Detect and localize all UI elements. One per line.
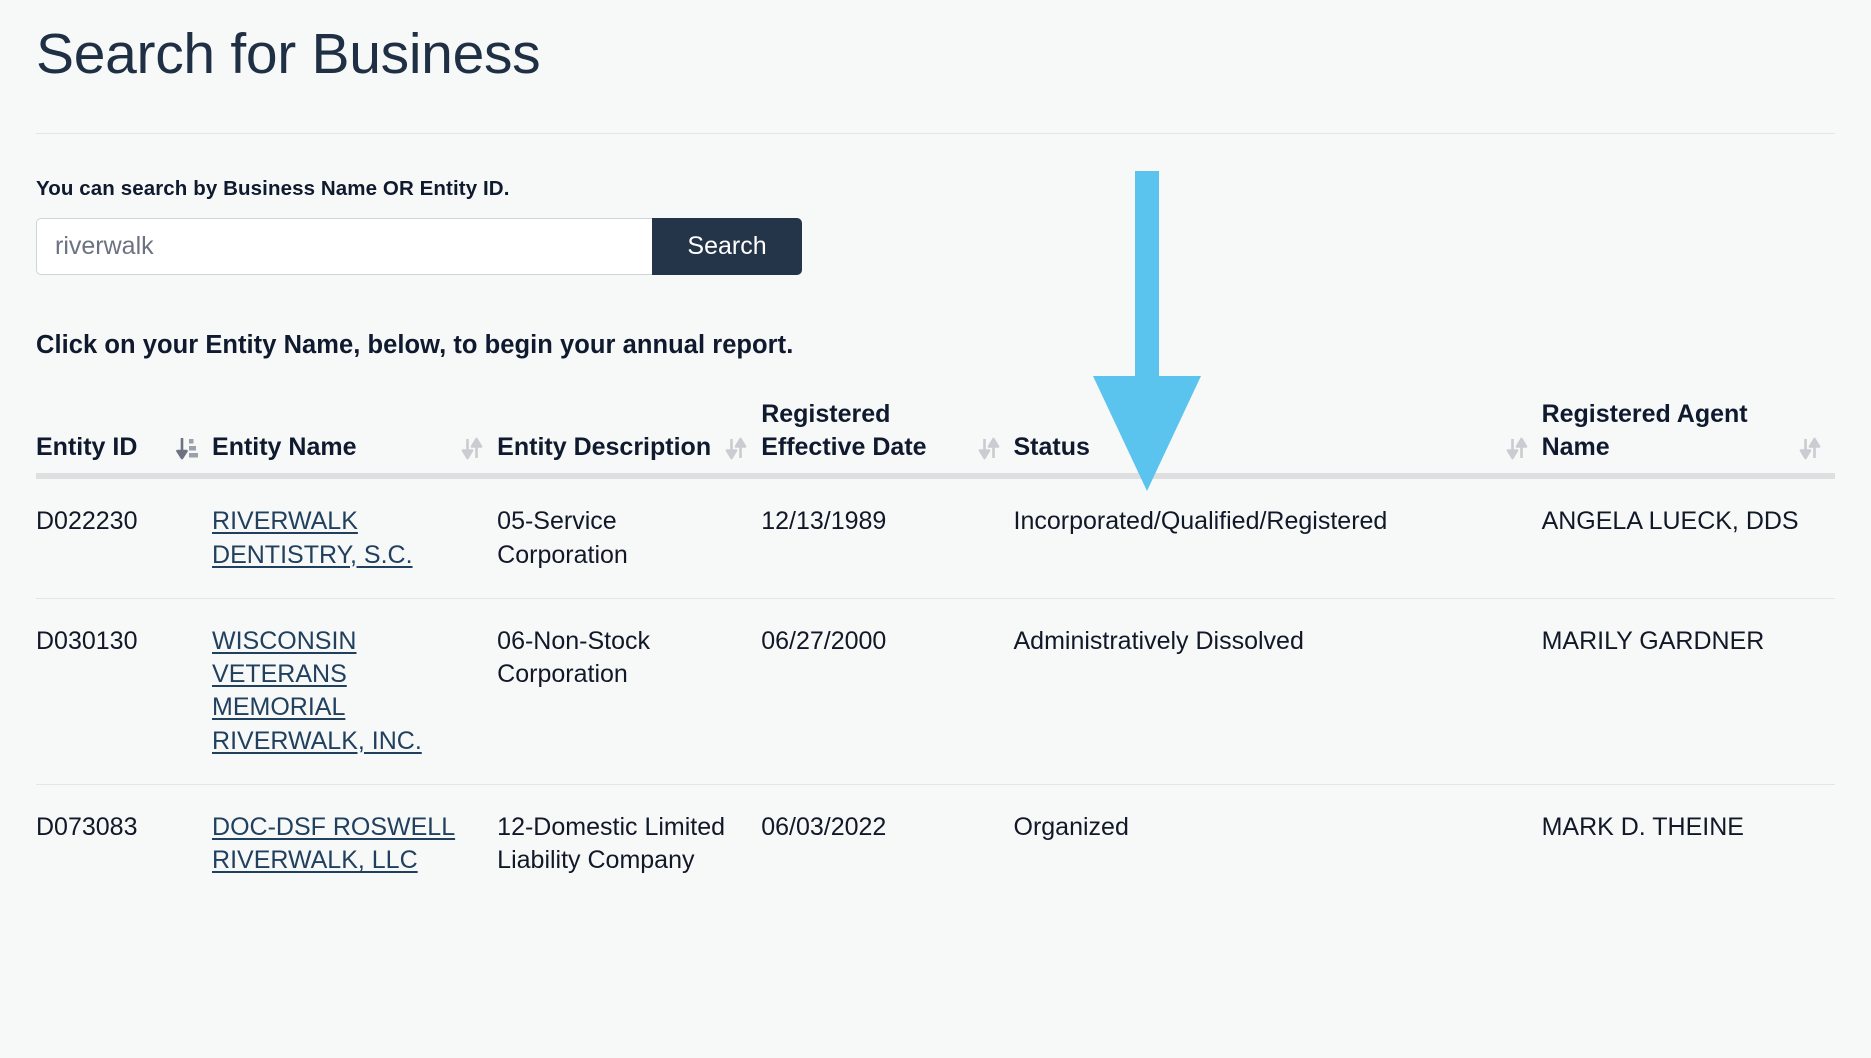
cell-status: Administratively Dissolved [1013,598,1542,785]
column-header-entity-description[interactable]: Entity Description [497,397,762,480]
column-header-entity-id[interactable]: Entity ID [36,397,213,480]
column-header-entity-name[interactable]: Entity Name [212,397,498,480]
cell-entity-id: D022230 [36,476,213,599]
cell-entity-name: WISCONSIN VETERANS MEMORIAL RIVERWALK, I… [212,598,498,785]
cell-status: Incorporated/Qualified/Registered [1013,476,1542,599]
cell-entity-name: DOC-DSF ROSWELL RIVERWALK, LLC [212,784,497,903]
cell-registered-effective-date: 06/03/2022 [761,812,887,841]
sort-amount-down-icon[interactable] [176,436,199,462]
table-row: D073083 DOC-DSF ROSWELL RIVERWALK, LLC 1… [36,784,1835,903]
column-header-status[interactable]: Status [1013,397,1542,480]
column-header-label: Status [1013,433,1090,462]
search-help-text: You can search by Business Name OR Entit… [36,176,510,200]
instruction-text: Click on your Entity Name, below, to beg… [36,330,794,359]
cell-entity-description: 12-Domestic Limited Liability Company [497,812,726,875]
entity-name-link[interactable]: RIVERWALK DENTISTRY, S.C. [212,507,413,568]
search-for-business-page: Search for Business You can search by Bu… [0,0,1871,1058]
title-divider [36,132,1835,134]
page-title: Search for Business [36,22,541,86]
column-header-registered-effective-date[interactable]: Registered Effective Date [761,397,1014,480]
column-header-label: Entity Name [212,433,357,462]
cell-registered-effective-date: 12/13/1989 [761,476,1014,599]
table-row: D022230 RIVERWALK DENTISTRY, S.C. 05-Ser… [36,476,1835,599]
search-input[interactable] [36,217,652,275]
cell-entity-id: D030130 [36,598,213,785]
column-header-registered-agent-name[interactable]: Registered Agent Name [1541,397,1835,480]
table-header-row: Entity ID Entity Name Entity Description… [36,397,1835,480]
entity-name-link[interactable]: WISCONSIN VETERANS MEMORIAL RIVERWALK, I… [212,627,422,755]
cell-entity-name: RIVERWALK DENTISTRY, S.C. [212,476,498,599]
cell-registered-effective-date: 06/27/2000 [761,598,1014,785]
cell-entity-id: D073083 [36,812,138,841]
sort-updown-icon[interactable] [461,436,483,462]
sort-updown-icon[interactable] [725,436,747,462]
search-form: Search [36,217,802,275]
table-row: D030130 WISCONSIN VETERANS MEMORIAL RIVE… [36,598,1835,785]
table-body: D022230 RIVERWALK DENTISTRY, S.C. 05-Ser… [36,476,1835,903]
table-header: Entity ID Entity Name Entity Description… [36,397,1835,480]
cell-registered-agent-name: MARILY GARDNER [1541,598,1835,785]
cell-registered-agent-name: MARK D. THEINE [1541,812,1744,841]
cell-registered-agent-name: ANGELA LUECK, DDS [1541,476,1835,599]
cell-entity-description: 06-Non-Stock Corporation [497,598,762,785]
column-header-label: Entity Description [497,433,712,462]
column-header-label: Registered Agent Name [1541,399,1748,462]
cell-status: Organized [1013,812,1129,841]
column-header-label: Registered Effective Date [761,399,927,462]
sort-updown-icon[interactable] [1506,436,1528,462]
business-results-table: Entity ID Entity Name Entity Description… [36,397,1835,904]
cell-entity-description: 05-Service Corporation [497,476,762,599]
search-button[interactable]: Search [652,217,802,275]
entity-name-link[interactable]: DOC-DSF ROSWELL RIVERWALK, LLC [212,813,455,874]
sort-updown-icon[interactable] [1799,436,1821,462]
column-header-label: Entity ID [36,433,138,462]
sort-updown-icon[interactable] [978,436,1000,462]
page-content: Search for Business You can search by Bu… [0,0,1871,903]
